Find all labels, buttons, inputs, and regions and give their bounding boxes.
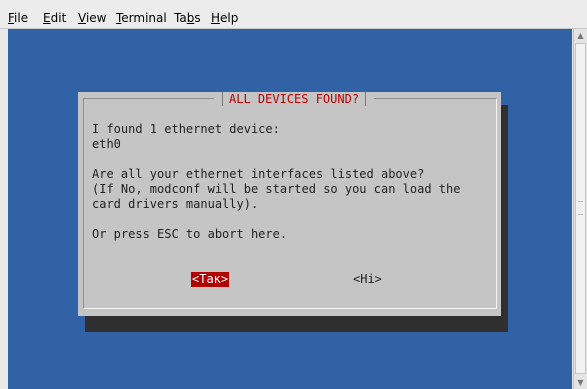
title-divider-left	[216, 92, 223, 106]
confirm-dialog: ALL DEVICES FOUND? I found 1 ethernet de…	[78, 92, 501, 316]
menu-file[interactable]: File	[8, 11, 28, 25]
menu-tabs[interactable]: Tabs	[174, 11, 201, 25]
menu-terminal[interactable]: Terminal	[116, 11, 167, 25]
yes-button[interactable]: <Так>	[191, 272, 230, 287]
no-button[interactable]: <Hi>	[353, 272, 382, 287]
chevron-down-icon[interactable]: ▼	[574, 376, 587, 389]
message-line-hint-cont: card drivers manually).	[92, 197, 259, 211]
chevron-up-icon[interactable]: ▲	[574, 29, 587, 42]
message-line-found: I found 1 ethernet device:	[92, 122, 280, 136]
title-divider-right	[365, 92, 372, 106]
message-line-hint: (If No, modconf will be started so you c…	[92, 182, 461, 196]
message-line-question: Are all your ethernet interfaces listed …	[92, 167, 425, 181]
menu-bar: File Edit View Terminal Tabs Help	[0, 0, 587, 29]
menu-help[interactable]: Help	[211, 11, 238, 25]
grip-icon	[578, 201, 583, 215]
dialog-title-bar: ALL DEVICES FOUND?	[214, 92, 375, 106]
menu-edit[interactable]: Edit	[43, 11, 66, 25]
scrollbar-thumb[interactable]	[575, 43, 586, 374]
message-line-escape: Or press ESC to abort here.	[92, 227, 288, 241]
message-line-device: eth0	[92, 137, 121, 151]
vertical-scrollbar[interactable]: ▲ ▼	[573, 29, 587, 389]
dialog-title: ALL DEVICES FOUND?	[229, 92, 360, 106]
menu-view[interactable]: View	[78, 11, 106, 25]
